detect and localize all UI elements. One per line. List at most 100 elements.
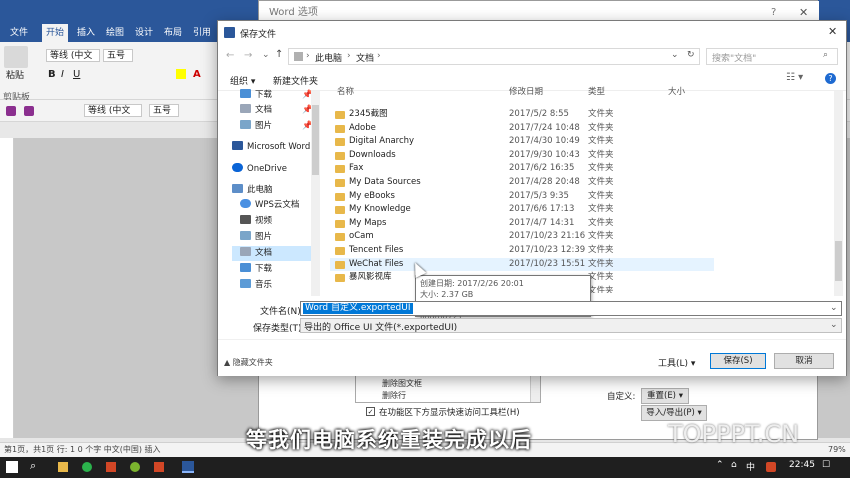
breadcrumb-documents[interactable]: 文档 — [356, 51, 374, 64]
list-item[interactable]: 删除行 — [382, 390, 406, 401]
notification-icon[interactable]: ☐ — [822, 460, 830, 470]
refresh-icon[interactable]: ↻ — [687, 50, 695, 60]
nav-item-wps-cloud[interactable]: WPS云文档 — [240, 198, 299, 213]
search-input[interactable]: 搜索"文档" — [712, 51, 756, 64]
browser-icon[interactable] — [82, 462, 92, 472]
tab-draw[interactable]: 绘图 — [102, 24, 128, 42]
address-bar[interactable]: › 此电脑 › 文档 › ⌄ ↻ — [288, 48, 700, 65]
nav-item-music[interactable]: 音乐 — [240, 278, 272, 293]
nav-item-downloads-pc[interactable]: 下载 — [240, 262, 272, 277]
save-as-quick-icon[interactable] — [24, 106, 34, 116]
column-type[interactable]: 类型 — [588, 85, 605, 99]
table-row[interactable]: Downloads 2017/9/30 10:43 文件夹 — [330, 149, 714, 163]
app-icon[interactable] — [106, 462, 116, 472]
table-row[interactable]: My Maps 2017/4/7 14:31 文件夹 — [330, 217, 714, 231]
highlight-icon[interactable] — [176, 69, 186, 79]
filename-dropdown-icon[interactable]: ⌄ — [830, 303, 838, 313]
options-help-icon[interactable]: ? — [771, 7, 776, 18]
paste-icon[interactable] — [4, 46, 28, 68]
table-row[interactable]: My eBooks 2017/5/3 9:35 文件夹 — [330, 190, 714, 204]
import-export-button[interactable]: 导入/导出(P) ▾ — [641, 405, 707, 421]
cancel-button[interactable]: 取消 — [774, 353, 834, 369]
search-icon[interactable]: ⌕ — [823, 50, 828, 60]
ime-indicator[interactable]: 中 — [746, 460, 755, 473]
qat-font-name[interactable]: 等线 (中文正文) — [84, 104, 142, 117]
organize-button[interactable]: 组织 ▾ — [230, 74, 255, 87]
nav-item-onedrive[interactable]: OneDrive — [232, 162, 287, 177]
hide-folders-toggle[interactable]: ▲ 隐藏文件夹 — [224, 357, 273, 368]
qat-font-size[interactable]: 五号 — [149, 104, 179, 117]
underline-button[interactable]: U — [73, 69, 80, 80]
table-row[interactable]: Tencent Files 2017/10/23 12:39 文件夹 — [330, 244, 714, 258]
nav-item-downloads[interactable]: 下载 📌 — [240, 88, 313, 103]
nav-item-pictures[interactable]: 图片 📌 — [240, 119, 313, 134]
help-icon[interactable]: ? — [825, 73, 836, 84]
paste-label[interactable]: 粘贴 — [6, 68, 24, 81]
tab-design[interactable]: 设计 — [131, 24, 157, 42]
table-row[interactable]: My Knowledge 2017/6/6 17:13 文件夹 — [330, 203, 714, 217]
nav-item-documents[interactable]: 文档 📌 — [240, 103, 313, 118]
list-scrollbar-thumb[interactable] — [835, 241, 842, 281]
network-icon[interactable]: ⌂ — [731, 460, 737, 470]
nav-scrollbar-thumb[interactable] — [312, 105, 319, 175]
table-row-hovered[interactable]: WeChat Files 2017/10/23 15:51 文件夹 — [330, 257, 714, 272]
recent-dropdown-icon[interactable]: ⌄ — [262, 50, 270, 60]
bold-button[interactable]: B — [48, 69, 56, 80]
windows-start-icon[interactable] — [6, 461, 18, 473]
up-icon[interactable]: ↑ — [275, 49, 283, 60]
zoom-level[interactable]: 79% — [828, 443, 846, 457]
reset-button[interactable]: 重置(E) ▾ — [641, 388, 689, 404]
address-dropdown-icon[interactable]: ⌄ — [671, 50, 679, 60]
nav-item-documents-pc[interactable]: 文档 — [232, 246, 316, 261]
nav-item-videos[interactable]: 视频 — [240, 214, 272, 229]
nav-item-microsoft-word[interactable]: Microsoft Word — [232, 140, 310, 155]
list-scrollbar[interactable] — [530, 376, 540, 402]
table-row[interactable]: My Data Sources 2017/4/28 20:48 文件夹 — [330, 176, 714, 190]
font-color-icon[interactable]: A — [193, 69, 201, 80]
forward-icon[interactable]: → — [244, 50, 252, 61]
table-row[interactable]: Fax 2017/6/2 16:35 文件夹 — [330, 162, 714, 176]
table-row[interactable]: oCam 2017/10/23 21:16 文件夹 — [330, 230, 714, 244]
italic-button[interactable]: I — [61, 69, 64, 80]
tray-arrow-icon[interactable]: ⌃ — [716, 460, 724, 470]
search-taskbar-icon[interactable]: ⌕ — [30, 459, 36, 473]
wechat-icon[interactable] — [130, 462, 140, 472]
filename-field[interactable]: Word 自定义.exportedUI ⌄ — [300, 301, 842, 316]
options-list[interactable]: 删除图文框 删除行 — [355, 375, 541, 403]
tab-references[interactable]: 引用 — [189, 24, 215, 42]
list-scrollbar[interactable] — [834, 91, 843, 296]
word-taskbar-icon[interactable] — [182, 461, 194, 473]
column-name[interactable]: 名称 — [337, 85, 354, 99]
tab-insert[interactable]: 插入 — [73, 24, 99, 42]
clock[interactable]: 22:45 — [789, 460, 815, 470]
save-dialog-close-icon[interactable]: ✕ — [828, 25, 837, 38]
tray-app-icon[interactable] — [766, 462, 776, 472]
nav-item-pictures-pc[interactable]: 图片 — [240, 230, 272, 245]
breadcrumb-this-pc[interactable]: 此电脑 — [315, 51, 342, 64]
save-button[interactable]: 保存(S) — [710, 353, 766, 369]
options-close-icon[interactable]: ✕ — [799, 6, 808, 19]
powerpoint-icon[interactable] — [154, 462, 164, 472]
list-item[interactable]: 删除图文框 — [382, 378, 422, 389]
file-explorer-icon[interactable] — [58, 462, 68, 472]
table-row[interactable]: Adobe 2017/7/24 10:48 文件夹 — [330, 122, 714, 136]
new-folder-button[interactable]: 新建文件夹 — [273, 74, 318, 87]
tab-file[interactable]: 文件 — [6, 24, 32, 42]
back-icon[interactable]: ← — [226, 50, 234, 61]
tab-layout[interactable]: 布局 — [160, 24, 186, 42]
nav-scrollbar[interactable] — [311, 91, 320, 296]
tab-home[interactable]: 开始 — [42, 24, 69, 42]
table-row[interactable]: Digital Anarchy 2017/4/30 10:49 文件夹 — [330, 135, 714, 149]
save-quick-icon[interactable] — [6, 106, 16, 116]
filetype-select[interactable]: 导出的 Office UI 文件(*.exportedUI) ⌄ — [300, 318, 842, 333]
search-box[interactable]: 搜索"文档" ⌕ — [706, 48, 838, 65]
table-row[interactable]: 2345截图 2017/5/2 8:55 文件夹 — [330, 108, 714, 122]
font-size-select[interactable]: 五号 — [103, 49, 133, 62]
tools-button[interactable]: 工具(L) ▾ — [658, 356, 695, 369]
view-options-icon[interactable]: ☷ ▾ — [786, 72, 803, 83]
column-date[interactable]: 修改日期 — [509, 85, 543, 99]
filetype-dropdown-icon[interactable]: ⌄ — [830, 320, 838, 330]
font-name-select[interactable]: 等线 (中文正) — [46, 49, 100, 62]
column-size[interactable]: 大小 — [668, 85, 685, 99]
qat-below-checkbox[interactable]: ✓ — [366, 407, 375, 416]
